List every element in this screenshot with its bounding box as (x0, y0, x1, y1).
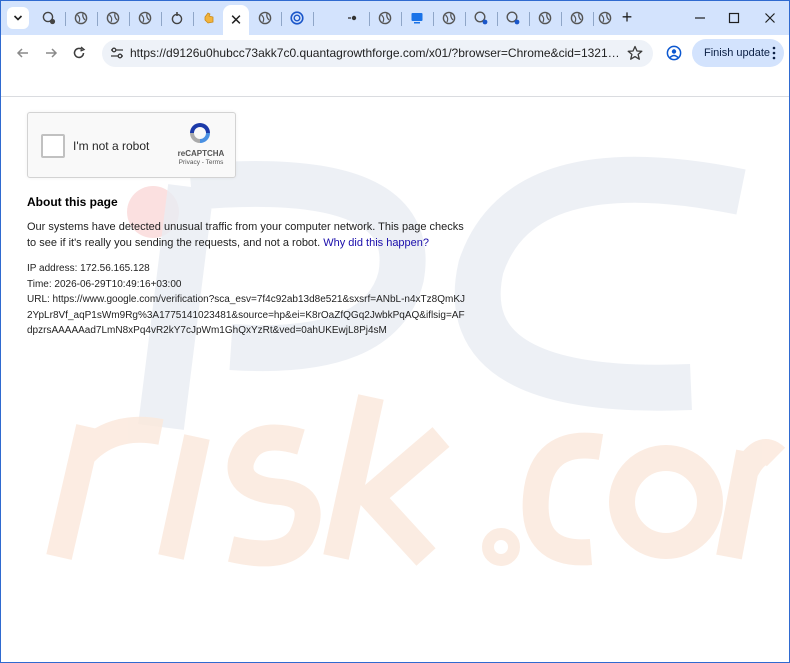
request-url: URL: https://www.google.com/verification… (27, 294, 466, 336)
back-button[interactable] (11, 41, 35, 65)
recaptcha-terms-link[interactable]: Terms (206, 159, 224, 166)
globe-icon (442, 11, 456, 25)
tab-5[interactable] (165, 5, 189, 31)
globe-icon (538, 11, 552, 25)
tab-13[interactable] (437, 5, 461, 31)
tab-2[interactable] (69, 5, 93, 31)
globe-badge-icon (474, 11, 488, 25)
blue-spiral-icon (290, 11, 304, 25)
page-title: About this page (27, 195, 118, 209)
profile-button[interactable] (662, 41, 686, 65)
arrow-left-icon (16, 48, 28, 58)
new-tab-button[interactable]: + (618, 8, 636, 27)
tab-8[interactable] (253, 5, 277, 31)
tab-3[interactable] (101, 5, 125, 31)
globe-icon (378, 11, 392, 25)
reload-icon (73, 46, 86, 59)
recaptcha-privacy-link[interactable]: Privacy (179, 159, 200, 166)
recaptcha-brand: reCAPTCHA (177, 149, 225, 158)
tab-6[interactable] (197, 5, 221, 31)
recaptcha-checkbox[interactable] (41, 134, 65, 158)
circle-arrow-icon (171, 12, 183, 25)
globe-icon (74, 11, 88, 25)
page-content: I'm not a robot reCAPTCHA Privacy - Term… (1, 97, 789, 662)
tab-active[interactable]: ✕ (223, 5, 249, 35)
why-did-this-happen-link[interactable]: Why did this happen? (323, 237, 429, 249)
chevron-down-icon (13, 15, 23, 21)
recaptcha-label: I'm not a robot (73, 139, 150, 153)
profile-icon (666, 45, 682, 61)
dot-arrow-icon (348, 15, 357, 21)
recaptcha-logo-icon (190, 123, 210, 143)
tab-15[interactable] (501, 5, 525, 31)
globe-icon (258, 11, 272, 25)
more-vert-icon (772, 46, 776, 60)
unusual-traffic-message: Our systems have detected unusual traffi… (27, 219, 467, 251)
globe-icon (598, 11, 612, 25)
tab-1[interactable] (37, 5, 61, 31)
tab-12[interactable] (405, 5, 429, 31)
finish-update-label: Finish update (704, 47, 771, 59)
tab-search-button[interactable] (7, 7, 29, 29)
globe-icon (106, 11, 120, 25)
tab-11[interactable] (373, 5, 397, 31)
tab-17[interactable] (565, 5, 589, 31)
address-bar[interactable]: https://d9126u0hubcc73akk7c0.quantagrowt… (102, 40, 653, 67)
tab-14[interactable] (469, 5, 493, 31)
ip-address: IP address: 172.56.165.128 (27, 263, 150, 274)
pcrisk-watermark (46, 156, 786, 567)
close-icon (765, 13, 775, 23)
close-window-button[interactable] (761, 9, 779, 27)
toolbar: https://d9126u0hubcc73akk7c0.quantagrowt… (1, 35, 789, 71)
maximize-button[interactable] (725, 9, 743, 27)
globe-icon (138, 11, 152, 25)
hand-icon (204, 12, 214, 24)
tab-strip: ✕ + (1, 1, 789, 35)
forward-button[interactable] (39, 41, 63, 65)
tab-4[interactable] (133, 5, 157, 31)
tab-16[interactable] (533, 5, 557, 31)
recaptcha-widget: I'm not a robot reCAPTCHA Privacy - Term… (27, 112, 236, 178)
reload-button[interactable] (67, 41, 91, 65)
gear-globe-icon (42, 11, 56, 25)
tab-18[interactable] (593, 5, 617, 31)
request-details: IP address: 172.56.165.128 Time: 2026-06… (27, 261, 467, 339)
finish-update-button[interactable]: Finish update (692, 39, 784, 67)
site-settings-icon[interactable] (110, 46, 124, 60)
address-url[interactable]: https://d9126u0hubcc73akk7c0.quantagrowt… (130, 46, 622, 60)
maximize-icon (728, 12, 740, 24)
star-icon[interactable] (627, 45, 643, 61)
minimize-button[interactable] (691, 9, 709, 27)
timestamp: Time: 2026-06-29T10:49:16+03:00 (27, 278, 182, 290)
minimize-icon (695, 17, 705, 19)
tab-10[interactable] (341, 5, 365, 31)
screen-icon (411, 13, 423, 24)
browser-window: ✕ + https://d9126u0hubcc73akk7c0.quantag… (0, 0, 790, 663)
globe-icon (570, 11, 584, 25)
globe-badge-icon (506, 11, 520, 25)
tab-9[interactable] (285, 5, 309, 31)
recaptcha-links: Privacy - Terms (171, 159, 231, 166)
close-icon[interactable]: ✕ (230, 13, 243, 28)
arrow-right-icon (46, 48, 58, 58)
